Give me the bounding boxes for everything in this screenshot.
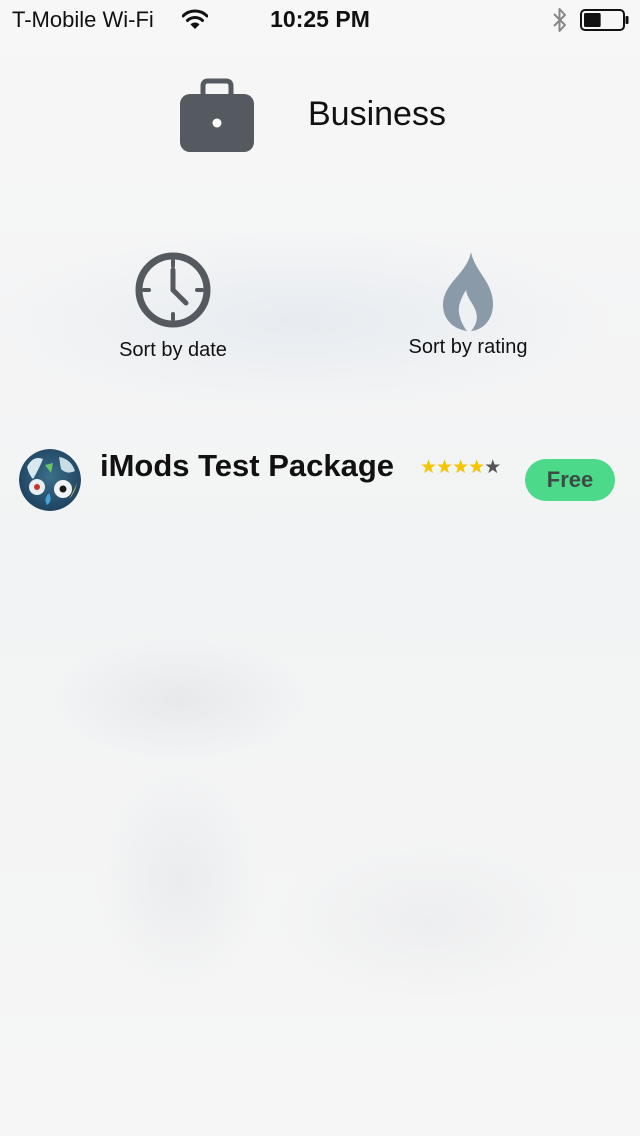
sort-by-rating-label: Sort by rating: [408, 336, 528, 358]
briefcase-icon: [180, 78, 254, 152]
package-avatar: [19, 449, 81, 511]
category-title: Business: [308, 95, 446, 133]
star-filled-icon: ★: [452, 456, 469, 478]
status-bar: T-Mobile Wi-Fi 10:25 PM: [0, 0, 640, 40]
battery-icon: [580, 9, 629, 31]
star-filled-icon: ★: [468, 456, 485, 478]
price-button[interactable]: Free: [525, 459, 615, 501]
sort-by-rating-button[interactable]: Sort by rating: [368, 250, 568, 365]
bluetooth-icon: [553, 8, 566, 32]
flame-icon: [443, 252, 493, 331]
package-rating: ★★★★★: [420, 456, 501, 478]
sort-by-date-button[interactable]: Sort by date: [73, 250, 273, 365]
sort-by-date-label: Sort by date: [119, 339, 227, 361]
star-empty-icon: ★: [484, 456, 501, 478]
star-filled-icon: ★: [436, 456, 453, 478]
star-filled-icon: ★: [420, 456, 437, 478]
clock-icon: [135, 252, 211, 328]
package-name: iMods Test Package: [100, 448, 395, 483]
status-time: 10:25 PM: [270, 6, 370, 32]
package-row[interactable]: iMods Test Package ★★★★★ Free: [0, 440, 640, 520]
